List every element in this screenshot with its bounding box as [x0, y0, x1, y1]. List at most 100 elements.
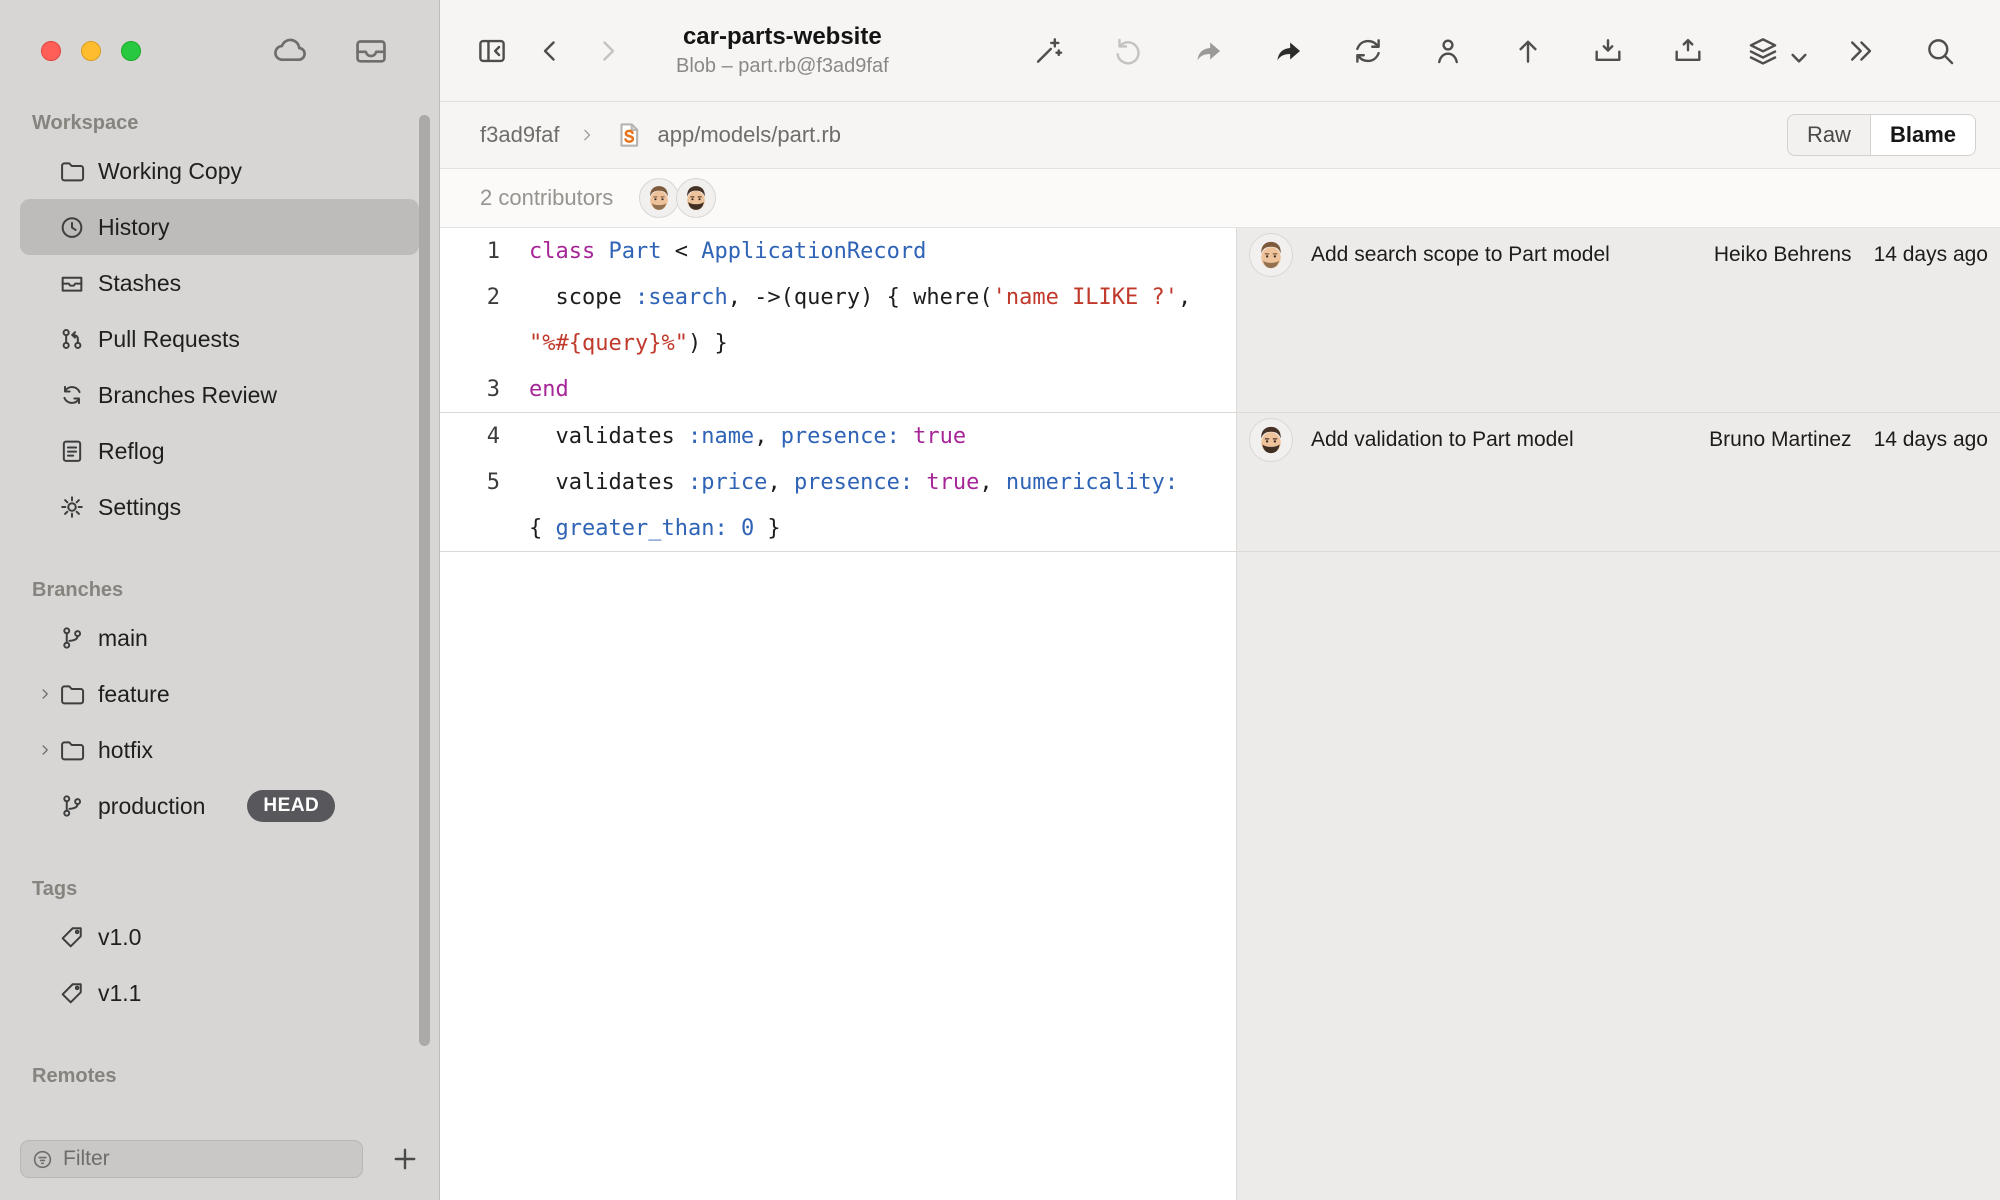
- line-number: 1: [440, 239, 500, 264]
- twisty-spacer: [32, 497, 58, 517]
- commit-date: 14 days ago: [1874, 243, 1988, 267]
- code-line: 1 class Part < ApplicationRecord: [440, 228, 1236, 274]
- contributor-avatar[interactable]: [676, 178, 716, 218]
- filter-icon: [31, 1148, 63, 1171]
- file-icon: [614, 120, 644, 150]
- traffic-lights: [41, 41, 141, 61]
- blame-annotation[interactable]: Add search scope to Part modelHeiko Behr…: [1237, 228, 2000, 277]
- drawer-icon[interactable]: [352, 32, 390, 70]
- sidebar-section-tags: Tags v1.0 v1.1: [0, 878, 439, 1021]
- window-title-block: car-parts-website Blob – part.rb@f3ad9fa…: [676, 23, 889, 79]
- contributors-bar: 2 contributors: [440, 169, 2000, 228]
- back-button[interactable]: [528, 29, 572, 73]
- toolbar-right-group: [1026, 29, 1962, 73]
- sidebar-item-feature[interactable]: feature: [20, 666, 419, 722]
- code-text: "%#{query}%") }: [529, 331, 728, 356]
- sidebar-item-hotfix[interactable]: hotfix: [20, 722, 419, 778]
- twisty-spacer: [32, 983, 58, 1003]
- filter-field[interactable]: [20, 1140, 363, 1178]
- sidebar-scrollbar[interactable]: [419, 115, 430, 1046]
- chevron-down-icon: [1782, 41, 1802, 61]
- breadcrumb-commit[interactable]: f3ad9faf: [480, 122, 560, 148]
- cloud-icon[interactable]: [271, 32, 309, 70]
- sidebar-item-branches-review[interactable]: Branches Review: [20, 367, 419, 423]
- sidebar-item-working-copy[interactable]: Working Copy: [20, 143, 419, 199]
- sidebar-item-label: History: [98, 214, 170, 241]
- contributor-avatar[interactable]: [639, 178, 679, 218]
- redo-button[interactable]: [1186, 29, 1230, 73]
- blame-column: Add search scope to Part modelHeiko Behr…: [1237, 228, 2000, 412]
- chevron-right-icon: [32, 740, 58, 760]
- rebase-button[interactable]: [1346, 29, 1390, 73]
- close-window-button[interactable]: [41, 41, 61, 61]
- sidebar-section-header: Remotes: [32, 1065, 419, 1088]
- checkout-button[interactable]: [1266, 29, 1310, 73]
- sidebar-item-v1-1[interactable]: v1.1: [20, 965, 419, 1021]
- code-column: 4 validates :name, presence: true5 valid…: [440, 413, 1237, 551]
- sidebar-item-settings[interactable]: Settings: [20, 479, 419, 535]
- overflow-button[interactable]: [1838, 29, 1882, 73]
- person-button[interactable]: [1426, 29, 1470, 73]
- sidebar-item-pull-requests[interactable]: Pull Requests: [20, 311, 419, 367]
- sidebar-item-main[interactable]: main: [20, 610, 419, 666]
- blame-column-empty: [1237, 552, 2000, 1200]
- workspaces-button[interactable]: [1746, 34, 1802, 68]
- breadcrumb-path[interactable]: app/models/part.rb: [658, 122, 841, 148]
- pull-request-icon: [58, 325, 86, 353]
- code-column: 1 class Part < ApplicationRecord 2 scope :…: [440, 228, 1237, 412]
- line-number: 2: [440, 285, 500, 310]
- sidebar-top-icons: [271, 32, 439, 70]
- sidebar-item-v1-0[interactable]: v1.0: [20, 909, 419, 965]
- sidebar-item-history[interactable]: History: [20, 199, 419, 255]
- app-window: WorkspaceWorking CopyHistoryStashesPull …: [0, 0, 2000, 1200]
- twisty-spacer: [32, 927, 58, 947]
- sidebar-item-label: Working Copy: [98, 158, 242, 185]
- repository-panel-button[interactable]: [470, 29, 514, 73]
- twisty-spacer: [32, 273, 58, 293]
- quick-actions-button[interactable]: [1026, 29, 1070, 73]
- minimize-window-button[interactable]: [81, 41, 101, 61]
- stash-pop-button[interactable]: [1666, 29, 1710, 73]
- code-line: 3end: [440, 366, 1236, 412]
- gear-icon: [58, 493, 86, 521]
- tag-icon: [58, 979, 86, 1007]
- search-button[interactable]: [1918, 29, 1962, 73]
- sidebar-item-reflog[interactable]: Reflog: [20, 423, 419, 479]
- twisty-spacer: [32, 628, 58, 648]
- sidebar-section-header: Tags: [32, 878, 419, 901]
- tag-icon: [58, 923, 86, 951]
- add-button[interactable]: [388, 1142, 422, 1176]
- commit-author: Heiko Behrens: [1714, 243, 1852, 267]
- folder-icon: [58, 680, 86, 708]
- stash-save-button[interactable]: [1586, 29, 1630, 73]
- raw-button[interactable]: Raw: [1788, 115, 1870, 155]
- undo-button[interactable]: [1106, 29, 1150, 73]
- blame-button[interactable]: Blame: [1870, 115, 1975, 155]
- push-button[interactable]: [1506, 29, 1550, 73]
- content-filler: [440, 551, 2000, 1200]
- reflog-icon: [58, 437, 86, 465]
- commit-author: Bruno Martinez: [1709, 428, 1851, 452]
- sidebar-section-header: Branches: [32, 579, 419, 602]
- twisty-spacer: [32, 329, 58, 349]
- sidebar-item-stashes[interactable]: Stashes: [20, 255, 419, 311]
- code-text: end: [529, 377, 569, 402]
- sidebar-item-label: feature: [98, 681, 170, 708]
- code-text: validates :name, presence: true: [529, 424, 966, 449]
- branches-review-icon: [58, 381, 86, 409]
- blame-annotation[interactable]: Add validation to Part modelBruno Martin…: [1237, 413, 2000, 462]
- sidebar-item-label: v1.0: [98, 924, 141, 951]
- twisty-spacer: [32, 161, 58, 181]
- layers-icon: [1746, 34, 1780, 68]
- folder-icon: [58, 736, 86, 764]
- blame-column: Add validation to Part modelBruno Martin…: [1237, 413, 2000, 551]
- sidebar-item-production[interactable]: productionHEAD: [20, 778, 419, 834]
- forward-button[interactable]: [586, 29, 630, 73]
- sidebar-section-branches: Branches main feature hotfixproductionHEAD: [0, 579, 439, 834]
- code-line: "%#{query}%") }: [440, 320, 1236, 366]
- zoom-window-button[interactable]: [121, 41, 141, 61]
- code-line: 2 scope :search, ->(query) { where('name…: [440, 274, 1236, 320]
- sidebar-navigation: WorkspaceWorking CopyHistoryStashesPull …: [0, 102, 439, 1134]
- code-text: class Part < ApplicationRecord: [529, 239, 926, 264]
- filter-input[interactable]: [63, 1147, 352, 1171]
